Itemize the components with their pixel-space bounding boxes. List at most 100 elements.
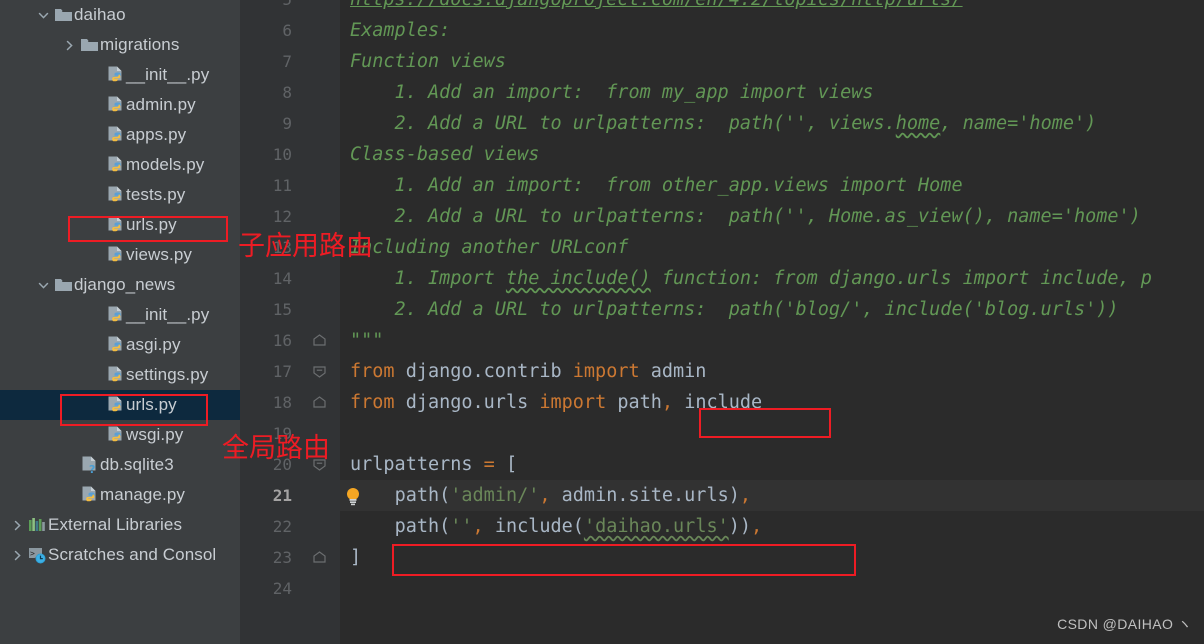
libraries-icon [26, 517, 48, 533]
sidebar-item-label: django_news [74, 275, 176, 294]
code-line[interactable]: ] [350, 542, 361, 573]
code-line[interactable]: https://docs.djangoproject.com/en/4.2/to… [350, 0, 963, 15]
sidebar-item-init-py[interactable]: __init__.py [0, 60, 240, 90]
sidebar-item-scratches-and-consol[interactable]: >_ Scratches and Consol [0, 540, 240, 570]
line-number: 15 [272, 300, 292, 319]
python-file-icon [104, 186, 126, 205]
sidebar-item-django-news[interactable]: django_news [0, 270, 240, 300]
code-line[interactable]: Examples: [350, 15, 450, 46]
sidebar-item-label: manage.py [100, 485, 186, 504]
sidebar-item-tests-py[interactable]: tests.py [0, 180, 240, 210]
sidebar-item-label: migrations [100, 35, 180, 54]
code-line[interactable]: 2. Add a URL to urlpatterns: path('', vi… [350, 108, 1097, 139]
line-number: 5 [282, 0, 292, 15]
sidebar-item-external-libraries[interactable]: External Libraries [0, 510, 240, 540]
chevron-right-icon[interactable] [60, 39, 78, 52]
code-line[interactable]: path('', include('daihao.urls')), [350, 511, 763, 542]
python-file-icon [78, 486, 100, 505]
line-number: 7 [282, 52, 292, 71]
sidebar-item-urls-py[interactable]: urls.py [0, 210, 240, 240]
line-number: 6 [282, 21, 292, 40]
code-line[interactable]: urlpatterns = [ [350, 449, 517, 480]
code-editor[interactable]: 56789101112131415161718192021222324 http… [240, 0, 1204, 644]
sidebar-item-admin-py[interactable]: admin.py [0, 90, 240, 120]
code-line[interactable]: path('admin/', admin.site.urls), [350, 480, 751, 511]
line-number: 8 [282, 83, 292, 102]
code-line[interactable]: Function views [350, 46, 506, 77]
sidebar-item-label: apps.py [126, 125, 187, 144]
sidebar-item-label: admin.py [126, 95, 196, 114]
sidebar-item-label: db.sqlite3 [100, 455, 174, 474]
code-line[interactable]: from django.urls import path, include [350, 387, 762, 418]
code-content-area[interactable]: https://docs.djangoproject.com/en/4.2/to… [340, 0, 1204, 644]
sidebar-item-daihao[interactable]: daihao [0, 0, 240, 30]
sidebar-item-migrations[interactable]: migrations [0, 30, 240, 60]
line-number: 24 [272, 579, 292, 598]
svg-text:?: ? [89, 463, 95, 475]
code-line[interactable]: 1. Add an import: from other_app.views i… [350, 170, 963, 201]
fold-start-icon[interactable] [309, 356, 329, 387]
sidebar-item-settings-py[interactable]: settings.py [0, 360, 240, 390]
sidebar-item-label: views.py [126, 245, 192, 264]
sidebar-item-wsgi-py[interactable]: wsgi.py [0, 420, 240, 450]
chevron-right-icon[interactable] [8, 549, 26, 562]
python-file-icon [104, 336, 126, 355]
sidebar-item-label: asgi.py [126, 335, 181, 354]
watermark-label: CSDN @DAIHAO ヽ [1057, 616, 1192, 632]
unknown-file-icon: ? [78, 456, 100, 475]
sidebar-item-apps-py[interactable]: apps.py [0, 120, 240, 150]
sidebar-item-label: settings.py [126, 365, 209, 384]
python-file-icon [104, 216, 126, 235]
fold-end-icon[interactable] [309, 542, 329, 573]
chevron-down-icon[interactable] [34, 9, 52, 22]
sidebar-item-asgi-py[interactable]: asgi.py [0, 330, 240, 360]
line-number: 23 [272, 548, 292, 567]
fold-end-icon[interactable] [309, 325, 329, 356]
sidebar-item-label: tests.py [126, 185, 186, 204]
sidebar-item-urls-py[interactable]: urls.py [0, 390, 240, 420]
folder-icon [78, 37, 100, 53]
code-line[interactable]: Class-based views [350, 139, 539, 170]
ide-window: daihao migrations __init__.py admin.py apps.… [0, 0, 1204, 644]
python-file-icon [104, 126, 126, 145]
sidebar-item-label: urls.py [126, 395, 177, 414]
code-line[interactable]: from django.contrib import admin [350, 356, 706, 387]
scratches-icon: >_ [26, 547, 48, 564]
code-line[interactable]: """ [350, 325, 383, 356]
code-line[interactable]: 1. Import the include() function: from d… [350, 263, 1152, 294]
sidebar-item-init-py[interactable]: __init__.py [0, 300, 240, 330]
line-number: 21 [272, 486, 292, 505]
python-file-icon [104, 246, 126, 265]
python-file-icon [104, 96, 126, 115]
sidebar-item-db-sqlite3[interactable]: ? db.sqlite3 [0, 450, 240, 480]
sidebar-item-label: wsgi.py [126, 425, 184, 444]
project-tree-panel[interactable]: daihao migrations __init__.py admin.py apps.… [0, 0, 240, 644]
code-line[interactable]: 1. Add an import: from my_app import vie… [350, 77, 874, 108]
annotation-label: 子应用路由 [238, 231, 373, 262]
sidebar-item-label: __init__.py [126, 65, 210, 84]
code-line[interactable]: Including another URLconf [350, 232, 628, 263]
line-number: 14 [272, 269, 292, 288]
folder-icon [52, 7, 74, 23]
line-number: 17 [272, 362, 292, 381]
chevron-down-icon[interactable] [34, 279, 52, 292]
sidebar-item-label: daihao [74, 5, 126, 24]
folder-icon [52, 277, 74, 293]
sidebar-item-models-py[interactable]: models.py [0, 150, 240, 180]
line-number: 22 [272, 517, 292, 536]
code-line[interactable]: 2. Add a URL to urlpatterns: path('', Ho… [350, 201, 1141, 232]
code-fold-gutter[interactable] [300, 0, 340, 644]
python-file-icon [104, 156, 126, 175]
sidebar-item-label: models.py [126, 155, 205, 174]
chevron-right-icon[interactable] [8, 519, 26, 532]
sidebar-item-label: Scratches and Consol [48, 545, 217, 564]
sidebar-item-manage-py[interactable]: manage.py [0, 480, 240, 510]
annotation-label: 全局路由 [222, 433, 330, 464]
fold-end-icon[interactable] [309, 387, 329, 418]
sidebar-item-views-py[interactable]: views.py [0, 240, 240, 270]
line-number: 10 [272, 145, 292, 164]
line-number-gutter: 56789101112131415161718192021222324 [240, 0, 300, 644]
line-number: 9 [282, 114, 292, 133]
intention-bulb-icon[interactable] [342, 485, 364, 507]
code-line[interactable]: 2. Add a URL to urlpatterns: path('blog/… [350, 294, 1119, 325]
